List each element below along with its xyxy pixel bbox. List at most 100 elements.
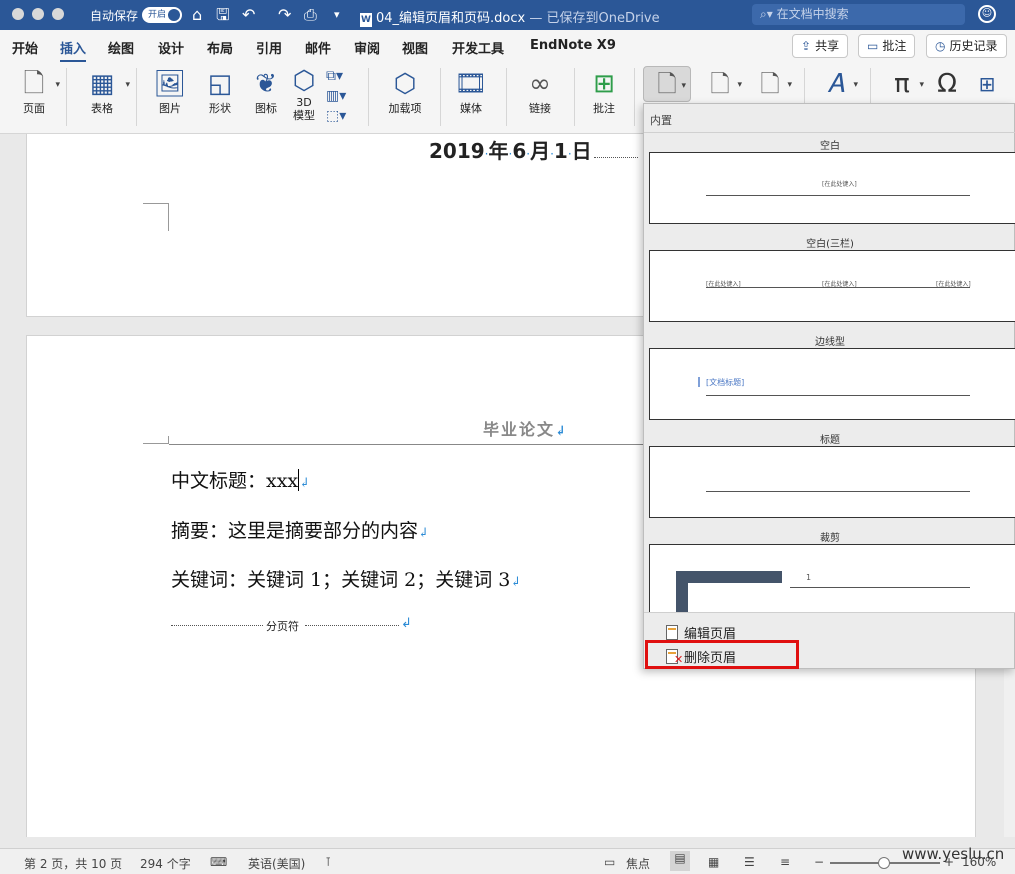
cube-icon: ⬡ (292, 66, 316, 96)
paragraph-mark: ↲ (510, 575, 522, 590)
tab-home[interactable]: 开始 (12, 38, 38, 57)
equation-button[interactable]: π ▾ (880, 66, 924, 102)
close-window-button[interactable] (12, 8, 24, 20)
page-break[interactable]: 分页符 ↲ (171, 616, 412, 633)
zoom-window-button[interactable] (52, 8, 64, 20)
home-icon[interactable]: ⌂ (192, 5, 202, 25)
chevron-down-icon: ▾ (737, 80, 742, 90)
customize-icon[interactable]: ▾ (334, 5, 340, 25)
save-icon[interactable]: 🖫 (216, 5, 230, 25)
paragraph-keywords[interactable]: 关键词：关键词 1；关键词 2；关键词 3↲ (171, 565, 521, 592)
template-sideline[interactable]: [文档标题] (649, 348, 1015, 420)
tab-mailings[interactable]: 邮件 (305, 38, 331, 57)
tab-design[interactable]: 设计 (158, 38, 184, 57)
undo-icon[interactable]: ↶ (242, 5, 255, 25)
word-count[interactable]: 294 个字 (140, 855, 191, 872)
paragraph-title[interactable]: 中文标题：xxx↲ (171, 466, 310, 493)
highlight-box (645, 640, 799, 669)
comments-button[interactable]: ▭ 批注 (858, 34, 916, 58)
minimize-window-button[interactable] (32, 8, 44, 20)
paragraph-mark: ↲ (555, 424, 568, 439)
language-status[interactable]: 英语(美国) (248, 855, 305, 872)
proofing-icon[interactable]: ⌨ (210, 855, 227, 869)
symbol-button[interactable]: Ω (930, 66, 964, 102)
outline-view-icon[interactable]: ☰ (744, 855, 755, 869)
page-button[interactable]: 🗋 页面 ▾ (14, 66, 60, 115)
print-layout-icon[interactable]: ▤ (670, 851, 690, 871)
smart-art-chart-group[interactable]: ⧉▾ ▥▾ ⬚▾ (326, 66, 356, 126)
footer-button[interactable]: 🗋 ▾ (698, 66, 742, 102)
addins-button[interactable]: ⬡ 加载项 (380, 66, 430, 115)
autosave-toggle[interactable]: 开启 (142, 7, 182, 23)
accessibility-icon[interactable]: ⊺ (325, 855, 331, 869)
template-blank-three-column[interactable]: [在此处键入] [在此处键入] [在此处键入] (649, 250, 1015, 322)
media-icon: 🎞 (454, 69, 488, 99)
tab-layout[interactable]: 布局 (207, 38, 233, 57)
template-label: 空白 (820, 141, 840, 152)
chart-icon[interactable]: ▥▾ (326, 86, 356, 106)
tab-developer[interactable]: 开发工具 (452, 38, 504, 57)
template-placeholder: [文档标题] (706, 378, 745, 387)
template-crop-shape (676, 571, 782, 583)
number-button[interactable]: ⊞ (970, 66, 1004, 102)
tab-insert[interactable]: 插入 (60, 38, 87, 63)
page-break-line (305, 625, 399, 626)
table-icon: ▦ (89, 69, 115, 99)
smartart-icon[interactable]: ⧉▾ (326, 66, 356, 86)
history-button[interactable]: ◷ 历史记录 (926, 34, 1007, 58)
zoom-out-icon[interactable]: − (814, 855, 824, 869)
paragraph-text: 中文标题：xxx (171, 470, 299, 492)
media-button[interactable]: 🎞 媒体 (450, 66, 492, 115)
search-input[interactable]: ⌕▾ 在文档中搜索 (752, 4, 965, 25)
tab-references[interactable]: 引用 (256, 38, 282, 57)
link-label: 链接 (529, 102, 551, 115)
date-year: 2019 (429, 139, 485, 163)
number-icon: ⊞ (978, 72, 996, 96)
text-button[interactable]: 𝐴 ▾ (814, 66, 858, 102)
tab-review[interactable]: 审阅 (354, 38, 380, 57)
shapes-label: 形状 (209, 102, 231, 115)
3d-model-button[interactable]: ⬡ 3D 模型 (288, 66, 320, 122)
header-text: 毕业论文↲ (483, 416, 568, 440)
word-doc-icon: W (360, 13, 372, 27)
page-number-button[interactable]: 🗋 ▾ (748, 66, 792, 102)
picture-label: 图片 (159, 102, 181, 115)
page-label: 页面 (23, 102, 45, 115)
ribbon-divider (574, 68, 575, 126)
link-button[interactable]: ∞ 链接 (518, 66, 562, 115)
tab-endnote[interactable]: EndNote X9 (530, 38, 616, 53)
shapes-button[interactable]: ◱ 形状 (200, 66, 240, 115)
picture-button[interactable]: 🖼 图片 (150, 66, 190, 115)
title-bar: 自动保存 开启 ⌂ 🖫 ↶ ↷ ⎙ ▾ W 04_编辑页眉和页码.docx — 已… (0, 0, 1015, 30)
paragraph-mark: ↲ (299, 476, 311, 491)
share-button[interactable]: ⇪ 共享 (792, 34, 849, 58)
print-icon[interactable]: ⎙ (304, 5, 317, 25)
comment-icon: ▭ (867, 39, 879, 53)
media-label: 媒体 (460, 102, 482, 115)
redo-icon[interactable]: ↷ (278, 5, 291, 25)
page-count[interactable]: 第 2 页，共 10 页 (24, 855, 122, 872)
template-accent-bar (698, 377, 700, 387)
template-blank[interactable]: [在此处键入] (649, 152, 1015, 224)
template-title[interactable] (649, 446, 1015, 518)
focus-label[interactable]: 焦点 (626, 855, 650, 872)
draft-view-icon[interactable]: ≡ (780, 855, 790, 869)
tab-draw[interactable]: 绘图 (108, 38, 134, 57)
paragraph-abstract[interactable]: 摘要：这里是摘要部分的内容↲ (171, 516, 429, 543)
table-button[interactable]: ▦ 表格 ▾ (80, 66, 130, 115)
addins-icon: ⬡ (393, 69, 417, 99)
header-button[interactable]: 🗋 ▾ (643, 66, 691, 102)
3d-model-label-line1: 3D (296, 96, 312, 109)
web-layout-icon[interactable]: ▦ (708, 855, 719, 869)
comment-button[interactable]: ⊞ 批注 (584, 66, 624, 115)
screenshot-icon[interactable]: ⬚▾ (326, 106, 356, 126)
table-label: 表格 (91, 102, 113, 115)
smiley-icon[interactable]: ☺ (978, 5, 996, 23)
focus-icon[interactable]: ▭ (604, 855, 615, 869)
icons-button[interactable]: ❦ 图标 (248, 66, 284, 115)
tab-view[interactable]: 视图 (402, 38, 428, 57)
gallery-list[interactable]: 空白 [在此处键入] 空白(三栏) [在此处键入] [在此处键入] [在此处键入… (644, 132, 1015, 612)
template-label: 裁剪 (820, 533, 840, 544)
template-crop[interactable]: 1 (649, 544, 1015, 612)
template-rule (706, 491, 970, 492)
